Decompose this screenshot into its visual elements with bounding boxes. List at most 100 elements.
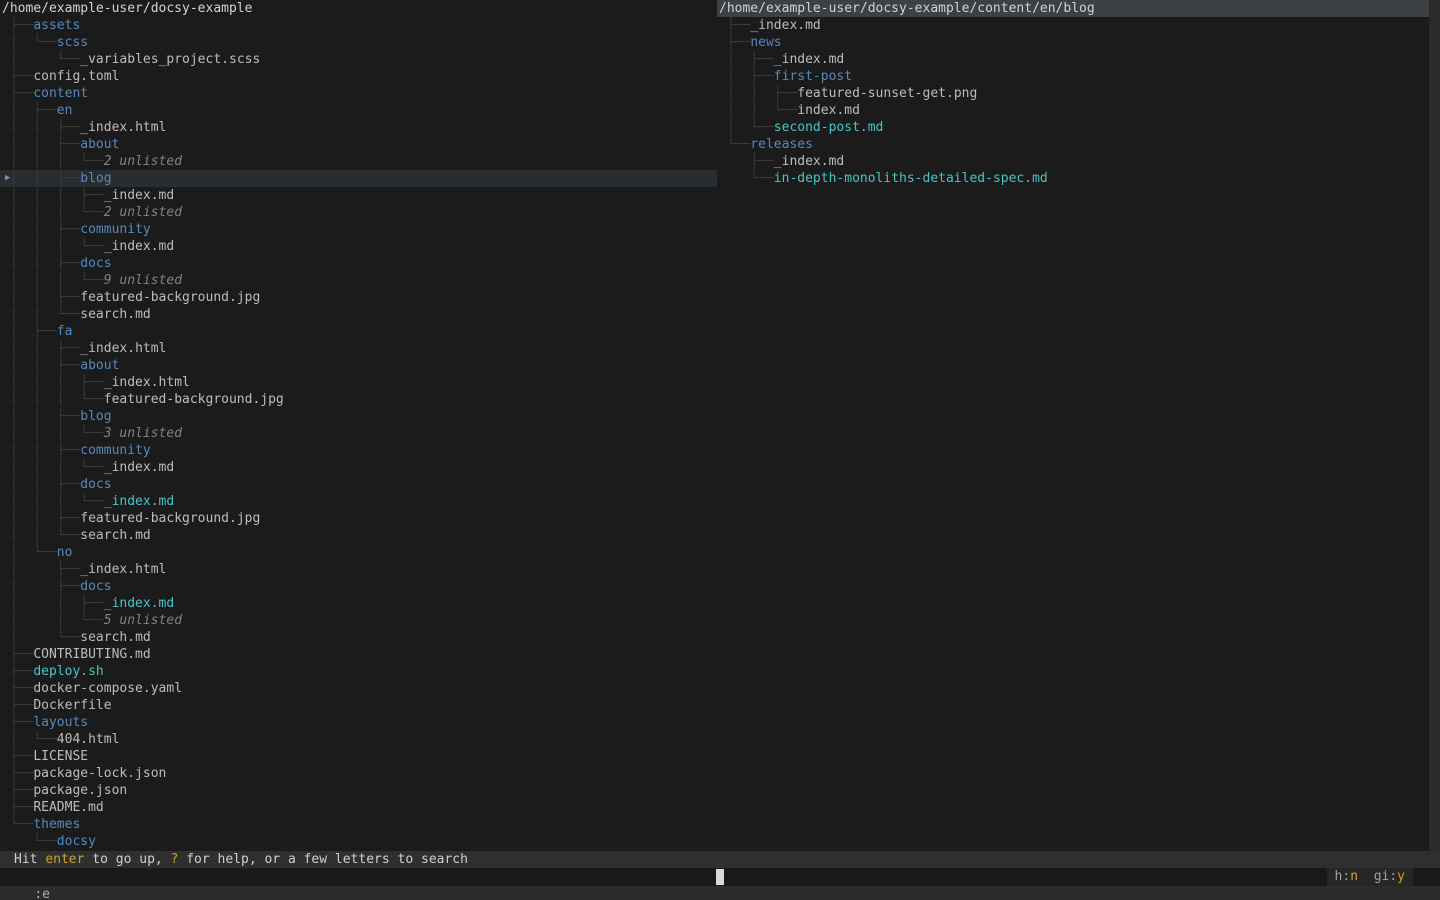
tree-row-selected[interactable]: ▶ │ │ ├──blog: [0, 170, 717, 187]
file-name: README.md: [33, 800, 103, 815]
tree-guides: │ └──: [2, 52, 80, 67]
tree-guides: │ │ ├──: [2, 290, 80, 305]
tree-row[interactable]: ├──package.json: [0, 782, 717, 799]
unlisted-count: 5 unlisted: [104, 613, 182, 628]
tree-row[interactable]: │ │ ├──featured-background.jpg: [0, 510, 717, 527]
tree-row[interactable]: │ └──no: [0, 544, 717, 561]
tree-row[interactable]: │ ├──first-post: [717, 68, 1429, 85]
tree-row[interactable]: │ ├──en: [0, 102, 717, 119]
unlisted-count: 3 unlisted: [104, 426, 182, 441]
tree-row[interactable]: │ └──404.html: [0, 731, 717, 748]
command-input[interactable]: :e: [31, 887, 50, 900]
tree-row[interactable]: │ │ │ ├──_index.html: [0, 374, 717, 391]
tree-row[interactable]: │ │ │ └──_index.md: [0, 238, 717, 255]
tree-row[interactable]: │ │ ├──_index.html: [0, 340, 717, 357]
tree-row[interactable]: │ │ ├──docs: [0, 255, 717, 272]
tree-row[interactable]: │ ├──fa: [0, 323, 717, 340]
dir-name: community: [80, 443, 150, 458]
tree-row[interactable]: └──themes: [0, 816, 717, 833]
tree-row[interactable]: │ ├──_index.md: [717, 51, 1429, 68]
tree-row[interactable]: ├──CONTRIBUTING.md: [0, 646, 717, 663]
tree-row[interactable]: ├──package-lock.json: [0, 765, 717, 782]
tree-row[interactable]: ├──assets: [0, 17, 717, 34]
scrollbar-track[interactable]: [1429, 0, 1440, 851]
tree-row[interactable]: │ │ ├──_index.md: [0, 595, 717, 612]
tree-row[interactable]: │ │ │ └──_index.md: [0, 493, 717, 510]
tree-row[interactable]: ├──layouts: [0, 714, 717, 731]
file-name: config.toml: [33, 69, 119, 84]
tree-guides: │ └──: [719, 120, 774, 135]
tree-row[interactable]: │ │ ├──community: [0, 442, 717, 459]
tree-guides: ├──: [719, 18, 750, 33]
tree-row[interactable]: │ │ └──index.md: [717, 102, 1429, 119]
toggle-flags[interactable]: h:n gi:y: [1327, 868, 1413, 886]
tree-guides: ├──: [2, 86, 33, 101]
file-name: _variables_project.scss: [80, 52, 260, 67]
tree-row[interactable]: ├──news: [717, 34, 1429, 51]
tree-row[interactable]: │ │ ├──about: [0, 136, 717, 153]
tree-row[interactable]: │ ├──_index.html: [0, 561, 717, 578]
file-name: package-lock.json: [33, 766, 166, 781]
tree-row[interactable]: ├──content: [0, 85, 717, 102]
tree-row[interactable]: ├──LICENSE: [0, 748, 717, 765]
tree-guides: │ │ │ └──: [2, 239, 104, 254]
tree-guides: └──: [2, 817, 33, 832]
tree-row[interactable]: │ │ └──5 unlisted: [0, 612, 717, 629]
tree-row[interactable]: │ └──scss: [0, 34, 717, 51]
tree-guides: ├──: [719, 154, 774, 169]
tree-row[interactable]: ├──docker-compose.yaml: [0, 680, 717, 697]
file-name: _index.md: [104, 460, 174, 475]
tree-row[interactable]: └──in-depth-monoliths-detailed-spec.md: [717, 170, 1429, 187]
file-name: _index.md: [104, 596, 174, 611]
tree-row[interactable]: ├──_index.md: [717, 153, 1429, 170]
status-enter-key: enter: [45, 852, 84, 867]
tree-row[interactable]: │ │ ├──about: [0, 357, 717, 374]
tree-row[interactable]: ├──README.md: [0, 799, 717, 816]
right-tree-rows: ├──_index.md ├──news │ ├──_index.md │ ├─…: [717, 17, 1429, 187]
tree-row[interactable]: └──releases: [717, 136, 1429, 153]
tree-guides: ├──: [2, 698, 33, 713]
tree-row[interactable]: │ ├──docs: [0, 578, 717, 595]
tree-row[interactable]: │ │ └──search.md: [0, 527, 717, 544]
file-name: search.md: [80, 528, 150, 543]
tree-row[interactable]: │ │ │ └──9 unlisted: [0, 272, 717, 289]
tree-row[interactable]: ├──config.toml: [0, 68, 717, 85]
tree-row[interactable]: ├──Dockerfile: [0, 697, 717, 714]
tree-guides: │ │ ├──: [2, 120, 80, 135]
tree-row[interactable]: │ │ │ └──featured-background.jpg: [0, 391, 717, 408]
tree-row[interactable]: ├──_index.md: [717, 17, 1429, 34]
tree-row[interactable]: │ │ │ └──2 unlisted: [0, 204, 717, 221]
file-name: _index.md: [104, 188, 174, 203]
tree-row[interactable]: │ │ ├──_index.html: [0, 119, 717, 136]
file-name: featured-background.jpg: [80, 290, 260, 305]
tree-row[interactable]: │ │ ├──featured-sunset-get.png: [717, 85, 1429, 102]
file-name: CONTRIBUTING.md: [33, 647, 150, 662]
file-name: featured-background.jpg: [80, 511, 260, 526]
tree-guides: │ │ ├──: [2, 443, 80, 458]
dir-name: layouts: [33, 715, 88, 730]
tree-row[interactable]: │ │ │ ├──_index.md: [0, 187, 717, 204]
file-name: docker-compose.yaml: [33, 681, 182, 696]
tree-row[interactable]: │ │ │ └──_index.md: [0, 459, 717, 476]
command-input-row: :e h:n gi:y: [0, 868, 1440, 886]
tree-row[interactable]: │ │ ├──featured-background.jpg: [0, 289, 717, 306]
tree-guides: ├──: [2, 715, 33, 730]
file-name: _index.md: [774, 52, 844, 67]
tree-row[interactable]: │ └──search.md: [0, 629, 717, 646]
file-name: Dockerfile: [33, 698, 111, 713]
tree-guides: ├──: [2, 800, 33, 815]
tree-row[interactable]: │ │ └──search.md: [0, 306, 717, 323]
tree-row[interactable]: │ │ ├──community: [0, 221, 717, 238]
tree-row[interactable]: ├──deploy.sh: [0, 663, 717, 680]
dir-name: content: [33, 86, 88, 101]
tree-row[interactable]: └──docsy: [0, 833, 717, 850]
dir-name: about: [80, 358, 119, 373]
tree-guides: │ │ │ └──: [2, 154, 104, 169]
tree-row[interactable]: │ │ │ └──2 unlisted: [0, 153, 717, 170]
tree-row[interactable]: │ │ │ └──3 unlisted: [0, 425, 717, 442]
tree-row[interactable]: │ │ ├──docs: [0, 476, 717, 493]
tree-row[interactable]: │ │ ├──blog: [0, 408, 717, 425]
tree-row[interactable]: │ └──_variables_project.scss: [0, 51, 717, 68]
tree-row[interactable]: │ └──second-post.md: [717, 119, 1429, 136]
tree-guides: │ │ │ ├──: [2, 188, 104, 203]
